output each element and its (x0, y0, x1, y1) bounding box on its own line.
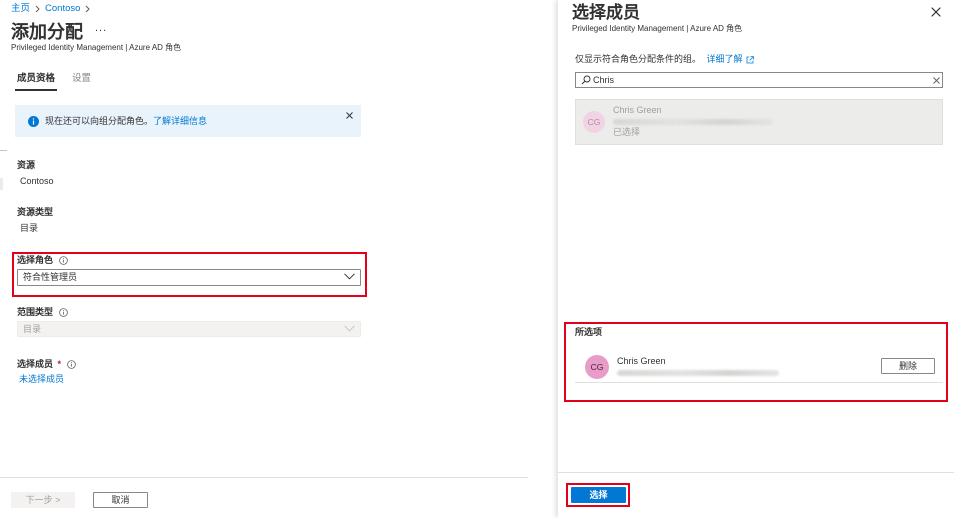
panel-hint-row: 仅显示符合角色分配条件的组。 详细了解 (575, 54, 754, 65)
learn-more-link[interactable]: 详细了解 (707, 54, 743, 64)
close-icon[interactable] (931, 7, 941, 17)
search-result-item[interactable]: CG Chris Green 已选择 (575, 99, 943, 145)
info-banner-text: 现在还可以向组分配角色。 (45, 116, 154, 126)
nav-edge-mark (0, 150, 7, 151)
panel-hint-text: 仅显示符合角色分配条件的组。 (575, 54, 702, 64)
role-label-row: 选择角色 (17, 255, 68, 266)
close-icon[interactable] (346, 112, 353, 119)
breadcrumb-home-link[interactable]: 主页 (11, 3, 30, 15)
panel-title: 选择成员 (572, 3, 640, 22)
info-banner: 现在还可以向组分配角色。了解详细信息 (15, 105, 361, 137)
scope-type-label-row: 范围类型 (17, 307, 68, 318)
tab-settings[interactable]: 设置 (72, 73, 91, 85)
avatar: CG (585, 355, 609, 379)
add-assignment-page: 主页 Contoso 添加分配 ... Privileged Identity … (0, 0, 557, 518)
select-button[interactable]: 选择 (571, 487, 626, 503)
selected-name: Chris Green (617, 356, 666, 366)
selected-heading: 所选项 (575, 327, 603, 337)
select-members-panel: 选择成员 Privileged Identity Management | Az… (558, 0, 954, 518)
required-mark: * (57, 359, 62, 369)
panel-subtitle: Privileged Identity Management | Azure A… (572, 24, 743, 33)
next-button[interactable]: 下一步 > (11, 492, 75, 508)
selected-email-redacted (617, 370, 779, 376)
chevron-right-icon (35, 5, 40, 13)
members-label-row: 选择成员 * (17, 359, 76, 370)
external-link-icon[interactable] (746, 55, 754, 64)
page-title: 添加分配 (11, 22, 83, 42)
more-options-button[interactable]: ... (95, 23, 107, 34)
page-subtitle: Privileged Identity Management | Azure A… (11, 43, 182, 52)
select-members-link[interactable]: 未选择成员 (19, 374, 64, 385)
cancel-button[interactable]: 取消 (93, 492, 148, 508)
role-dropdown[interactable]: 符合性管理员 (17, 269, 361, 286)
info-banner-text-row: 现在还可以向组分配角色。了解详细信息 (45, 116, 207, 127)
resource-value: Contoso (20, 176, 54, 186)
info-banner-learn-more-link[interactable]: 了解详细信息 (153, 116, 207, 126)
resource-type-value: 目录 (20, 223, 39, 233)
role-dropdown-value: 符合性管理员 (23, 272, 78, 282)
nav-edge-mark (0, 178, 3, 190)
member-search-input[interactable] (593, 74, 923, 86)
breadcrumb: 主页 Contoso (11, 3, 91, 15)
members-label: 选择成员 (17, 359, 54, 369)
panel-footer-divider (558, 472, 954, 473)
info-outline-icon[interactable] (66, 360, 76, 369)
breadcrumb-contoso-link[interactable]: Contoso (45, 3, 80, 15)
remove-button[interactable]: 删除 (881, 358, 935, 374)
info-outline-icon[interactable] (58, 256, 68, 265)
resource-label: 资源 (17, 160, 36, 170)
avatar: CG (583, 111, 605, 133)
scope-type-dropdown: 目录 (17, 321, 361, 337)
close-icon[interactable] (933, 77, 940, 84)
tab-active-underline (15, 89, 57, 91)
selected-item: CG Chris Green 删除 (575, 350, 943, 383)
tab-membership[interactable]: 成员资格 (17, 73, 55, 85)
scope-type-label: 范围类型 (17, 307, 54, 317)
result-name: Chris Green (613, 105, 662, 115)
footer-divider (0, 477, 528, 478)
search-icon (581, 75, 591, 85)
result-email-redacted (613, 119, 773, 125)
scope-type-dropdown-value: 目录 (23, 324, 42, 334)
result-status: 已选择 (613, 127, 641, 137)
resource-type-label: 资源类型 (17, 207, 54, 217)
role-label: 选择角色 (17, 255, 54, 265)
chevron-down-icon (344, 273, 355, 280)
info-outline-icon[interactable] (58, 308, 68, 317)
member-search-box[interactable] (575, 72, 943, 88)
info-icon (28, 116, 39, 127)
chevron-right-icon (86, 5, 91, 13)
chevron-down-icon (344, 325, 355, 332)
